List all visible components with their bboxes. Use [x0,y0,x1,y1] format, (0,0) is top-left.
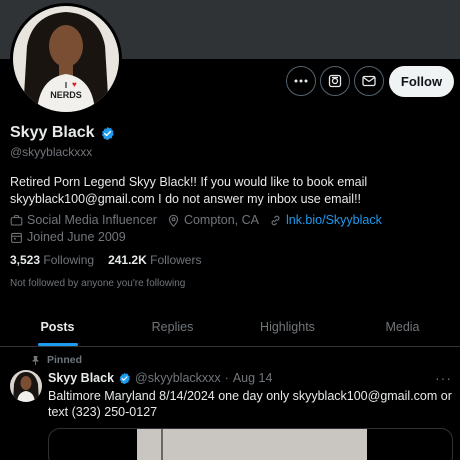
joined-item: Joined June 2009 [10,230,126,244]
envelope-icon [362,75,376,87]
follow-button[interactable]: Follow [389,66,454,97]
joined-row: Joined June 2009 [10,230,136,244]
notifications-icon [328,74,342,88]
svg-text:NERDS: NERDS [50,90,82,100]
not-followed-notice: Not followed by anyone you're following [10,278,186,289]
category-label: Social Media Influencer [27,213,157,227]
follow-stats: 3,523 Following 241.2K Followers [10,253,201,267]
pin-icon [32,355,39,365]
following-label: Following [43,253,95,267]
post-separator: · [224,371,229,385]
tab-media[interactable]: Media [345,307,460,346]
tab-posts[interactable]: Posts [0,307,115,346]
post-timestamp[interactable]: Aug 14 [233,371,273,385]
tab-highlights-label: Highlights [260,319,315,334]
profile-avatar[interactable]: I ♥ NERDS [10,3,122,115]
profile-meta-row: Social Media Influencer Compton, CA lnk.… [10,213,392,227]
tab-posts-label: Posts [40,319,75,334]
post-author-name[interactable]: Skyy Black [48,371,114,385]
followers-label: Followers [150,253,202,267]
followers-stat[interactable]: 241.2K Followers [108,253,201,267]
briefcase-icon [10,214,23,225]
website-item[interactable]: lnk.bio/Skyyblack [269,213,382,227]
category-item: Social Media Influencer [10,213,157,227]
ellipsis-icon [294,79,308,83]
location-item: Compton, CA [167,213,259,227]
tab-highlights[interactable]: Highlights [230,307,345,346]
post-media-detail [161,429,163,460]
tab-media-label: Media [385,319,420,334]
followers-count: 241.2K [108,253,147,267]
post-author-avatar[interactable] [10,370,42,402]
calendar-icon [11,232,22,243]
subscribe-notifications-button[interactable] [320,66,350,96]
tab-replies[interactable]: Replies [115,307,230,346]
post-more-button[interactable]: ··· [435,370,452,386]
link-icon [271,215,280,225]
verified-badge-icon[interactable] [118,372,131,385]
profile-tabs: Posts Replies Highlights Media [0,307,460,347]
post-header: Skyy Black @skyyblackxxx · Aug 14 [48,371,272,385]
pinned-label: Pinned [47,354,83,366]
following-count: 3,523 [10,253,41,267]
tab-replies-label: Replies [151,319,194,334]
post-author-handle[interactable]: @skyyblackxxx [135,371,221,385]
more-options-button[interactable] [286,66,316,96]
post-media[interactable] [48,428,453,460]
active-tab-indicator [37,343,78,346]
svg-text:I: I [65,81,67,90]
pinned-indicator: Pinned [30,354,82,366]
verified-badge-icon[interactable] [100,126,115,141]
following-stat[interactable]: 3,523 Following [10,253,94,267]
post-media-image [137,429,367,460]
profile-handle: @skyyblackxxx [10,145,93,159]
joined-label: Joined June 2009 [27,230,126,244]
location-label: Compton, CA [183,213,259,227]
display-name: Skyy Black [10,124,95,141]
svg-text:♥: ♥ [72,80,77,89]
post-text: Baltimore Maryland 8/14/2024 one day onl… [48,389,452,419]
location-pin-icon [168,214,179,227]
website-link[interactable]: lnk.bio/Skyyblack [286,213,382,227]
profile-bio: Retired Porn Legend Skyy Black!! If you … [10,175,368,206]
message-button[interactable] [354,66,384,96]
display-name-row: Skyy Black [10,124,115,142]
